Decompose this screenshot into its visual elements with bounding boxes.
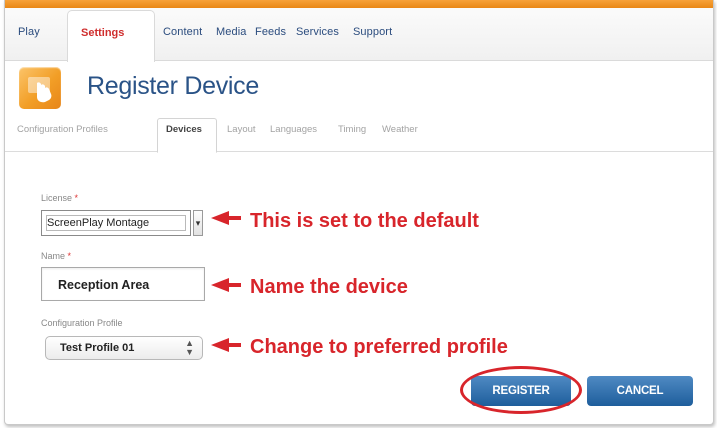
subtab-devices-label: Devices — [166, 124, 202, 135]
name-label: Name * — [41, 251, 71, 261]
nav-tab-content[interactable]: Content — [163, 26, 202, 38]
nav-tab-feeds[interactable]: Feeds — [255, 26, 286, 38]
required-marker: * — [67, 251, 72, 261]
nav-tab-media[interactable]: Media — [216, 26, 246, 38]
license-select[interactable]: ScreenPlay Montage — [41, 210, 191, 236]
chevron-down-icon[interactable]: ▾ — [193, 210, 203, 236]
annotation-shaft-profile — [227, 343, 241, 347]
page-title: Register Device — [87, 72, 259, 100]
license-label-text: License — [41, 193, 73, 203]
top-accent-bar — [5, 0, 713, 8]
device-name-value: Reception Area — [58, 278, 150, 292]
up-down-arrows-icon: ▲ ▼ — [185, 338, 194, 357]
subtab-languages[interactable]: Languages — [270, 124, 317, 135]
hand-pointer-icon — [28, 77, 52, 103]
subtab-layout[interactable]: Layout — [227, 124, 256, 135]
subtab-weather[interactable]: Weather — [382, 124, 418, 135]
annotation-shaft-name — [227, 283, 241, 287]
touch-screen-icon — [19, 67, 61, 109]
nav-tab-support[interactable]: Support — [353, 26, 392, 38]
license-label: License * — [41, 193, 78, 203]
license-select-value: ScreenPlay Montage — [47, 217, 150, 229]
profile-select-value: Test Profile 01 — [60, 342, 135, 354]
app-window: Settings Play Content Media Feeds Servic… — [4, 0, 714, 425]
nav-tab-play[interactable]: Play — [18, 26, 40, 38]
configuration-profile-select[interactable]: Test Profile 01 ▲ ▼ — [45, 336, 203, 360]
required-marker: * — [74, 193, 79, 203]
nav-tab-services[interactable]: Services — [296, 26, 339, 38]
nav-tab-label: Settings — [81, 27, 125, 39]
subtab-timing[interactable]: Timing — [338, 124, 366, 135]
subtab-configuration-profiles[interactable]: Configuration Profiles — [17, 124, 108, 135]
annotation-shaft-license — [227, 216, 241, 220]
profile-label: Configuration Profile — [41, 318, 123, 328]
name-label-text: Name — [41, 251, 66, 261]
nav-tab-settings[interactable]: Settings — [67, 10, 155, 62]
device-name-input[interactable]: Reception Area — [41, 267, 205, 301]
annotation-name-note: Name the device — [250, 276, 408, 298]
register-highlight-ring — [460, 366, 582, 414]
annotation-profile-note: Change to preferred profile — [250, 336, 508, 358]
annotation-license-note: This is set to the default — [250, 210, 479, 232]
cancel-button[interactable]: CANCEL — [587, 376, 693, 406]
